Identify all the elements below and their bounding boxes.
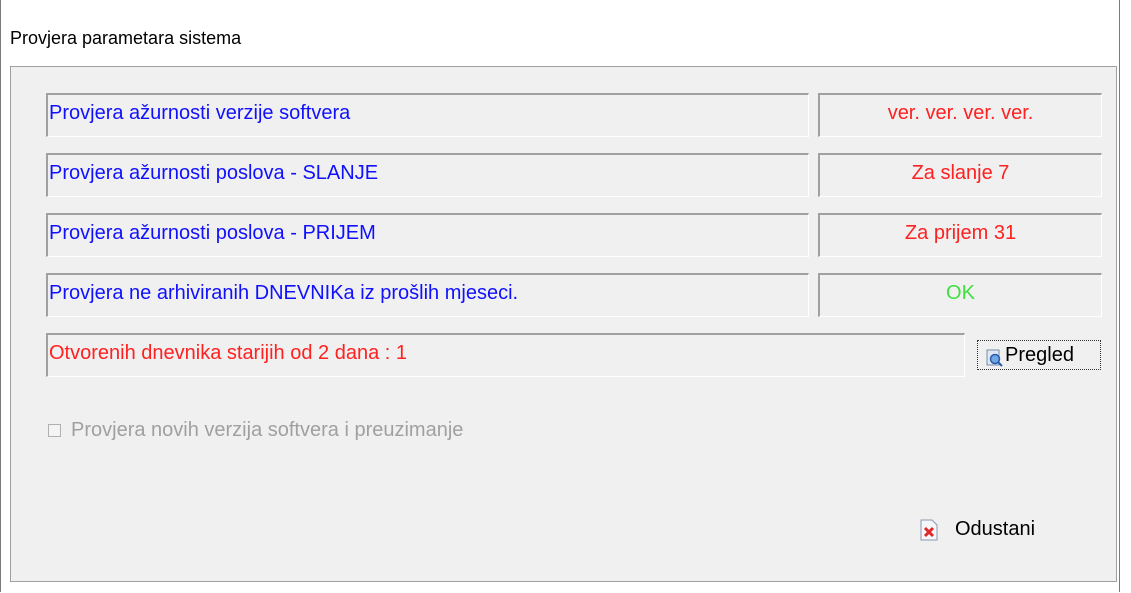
- cancel-button-label: Odustani: [955, 518, 1036, 540]
- dialog-window: Provjera parametara sistema Provjera ažu…: [0, 0, 1120, 592]
- preview-button-label: Pregled: [1005, 344, 1074, 366]
- update-checkbox-label: Provjera novih verzija softvera i preuzi…: [71, 419, 464, 441]
- close-document-icon: [919, 519, 939, 541]
- check-value-sending: Za slanje 7: [818, 153, 1102, 197]
- cancel-button[interactable]: Odustani: [919, 518, 1035, 541]
- magnifier-icon: [986, 346, 1004, 367]
- window-title: Provjera parametara sistema: [10, 28, 242, 48]
- open-journals-message: Otvorenih dnevnika starijih od 2 dana : …: [46, 333, 965, 377]
- update-check-row: Provjera novih verzija softvera i preuzi…: [48, 419, 463, 442]
- dialog-body: [10, 66, 1117, 582]
- check-label-journals-archive: Provjera ne arhiviranih DNEVNIKa iz proš…: [46, 273, 809, 317]
- check-label-receiving: Provjera ažurnosti poslova - PRIJEM: [46, 213, 809, 257]
- update-checkbox[interactable]: [48, 424, 61, 437]
- check-label-software-version: Provjera ažurnosti verzije softvera: [46, 93, 809, 137]
- preview-button[interactable]: Pregled: [977, 340, 1101, 370]
- check-value-receiving: Za prijem 31: [818, 213, 1102, 257]
- check-value-software-version: ver. ver. ver. ver.: [818, 93, 1102, 137]
- check-label-sending: Provjera ažurnosti poslova - SLANJE: [46, 153, 809, 197]
- check-value-journals-archive: OK: [818, 273, 1102, 317]
